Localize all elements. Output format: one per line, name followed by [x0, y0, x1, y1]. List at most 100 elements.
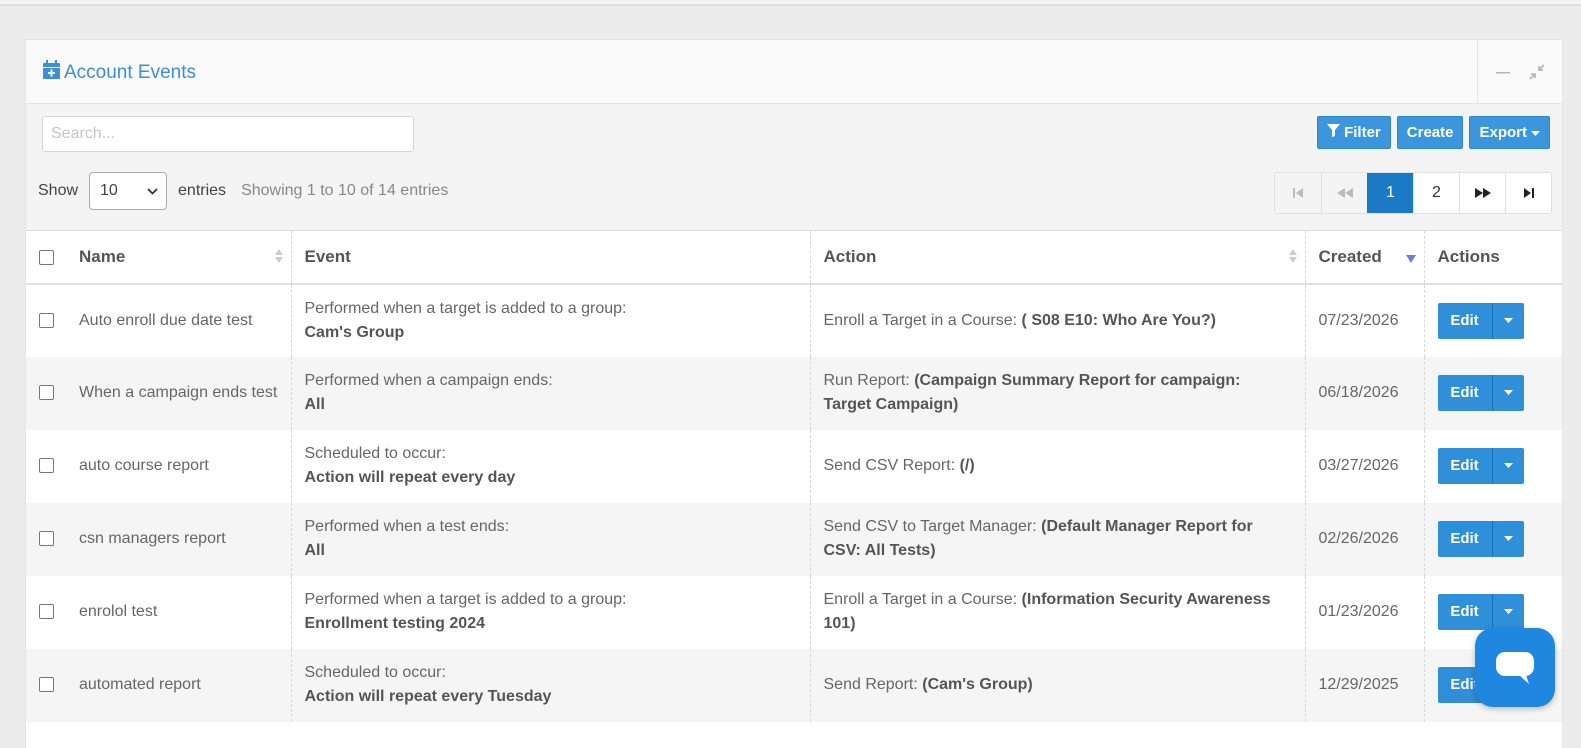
chevron-down-icon — [147, 182, 158, 200]
select-all-header — [26, 230, 66, 285]
edit-button[interactable]: Edit — [1437, 375, 1492, 411]
row-event: Performed when a target is added to a gr… — [290, 575, 810, 649]
edit-button-group: Edit — [1437, 521, 1551, 557]
previous-page-button[interactable] — [1321, 173, 1367, 213]
table-row: csn managers report Performed when a tes… — [26, 502, 1562, 576]
row-action: Run Report: (Campaign Summary Report for… — [809, 356, 1305, 430]
row-name: automated report — [66, 648, 291, 722]
last-page-button[interactable] — [1505, 173, 1551, 213]
event-value: Action will repeat every Tuesday — [304, 688, 552, 705]
edit-button-group: Edit — [1437, 594, 1551, 630]
column-header-name[interactable]: Name — [66, 230, 291, 285]
minimize-icon[interactable] — [1492, 61, 1514, 83]
export-button[interactable]: Export — [1469, 116, 1550, 149]
row-event: Performed when a campaign ends: All — [290, 356, 810, 430]
caret-down-icon — [1503, 317, 1513, 323]
row-checkbox[interactable] — [39, 458, 54, 474]
previous-page-icon — [1336, 188, 1353, 198]
edit-button[interactable]: Edit — [1437, 521, 1492, 557]
first-page-icon — [1293, 188, 1303, 198]
row-created: 12/29/2025 — [1304, 648, 1424, 722]
edit-button-group: Edit — [1437, 448, 1551, 484]
event-value: All — [304, 542, 325, 559]
first-page-button[interactable] — [1275, 173, 1321, 213]
event-text: Scheduled to occur: — [304, 664, 446, 681]
row-name: enrolol test — [66, 575, 291, 649]
action-text: Send CSV Report: — [823, 457, 956, 474]
caret-down-icon — [1503, 390, 1513, 395]
panel-title: Account Events — [43, 60, 196, 85]
pagination: 1 2 — [1274, 172, 1552, 214]
event-text: Performed when a target is added to a gr… — [304, 299, 627, 317]
action-text: Enroll a Target in a Course: — [823, 591, 1018, 608]
event-text: Performed when a test ends: — [304, 518, 510, 535]
next-page-button[interactable] — [1459, 173, 1505, 213]
row-action: Enroll a Target in a Course: ( S08 E10: … — [809, 283, 1305, 357]
edit-button[interactable]: Edit — [1437, 448, 1492, 484]
row-name: auto course report — [66, 429, 291, 503]
column-action-label: Action — [823, 246, 877, 266]
action-text: Send CSV to Target Manager: — [823, 518, 1037, 535]
page-length-value: 10 — [100, 182, 118, 199]
row-checkbox[interactable] — [39, 604, 54, 620]
action-value: ( S08 E10: Who Are You?) — [1021, 311, 1216, 329]
row-checkbox[interactable] — [39, 531, 54, 547]
column-header-actions: Actions — [1423, 230, 1562, 285]
row-checkbox[interactable] — [39, 677, 54, 693]
page-1-button[interactable]: 1 — [1367, 173, 1413, 213]
column-name-label: Name — [79, 246, 126, 266]
toolbar-buttons: Filter Create Export — [1317, 116, 1550, 149]
calendar-plus-icon — [43, 60, 60, 85]
compress-icon[interactable] — [1526, 61, 1548, 83]
edit-dropdown-toggle[interactable] — [1491, 594, 1524, 630]
create-label: Create — [1406, 124, 1454, 141]
page-2-button[interactable]: 2 — [1413, 173, 1459, 213]
edit-button[interactable]: Edit — [1437, 594, 1492, 630]
event-text: Performed when a target is added to a gr… — [304, 591, 627, 608]
action-text: Run Report: — [823, 372, 910, 389]
column-header-event: Event — [290, 230, 810, 285]
chat-bubble-icon — [1496, 651, 1534, 684]
event-text: Scheduled to occur: — [304, 445, 446, 462]
column-actions-label: Actions — [1437, 246, 1500, 266]
edit-button-group: Edit — [1437, 375, 1551, 411]
create-button[interactable]: Create — [1396, 116, 1464, 149]
action-text: Send Report: — [823, 676, 918, 693]
filter-button[interactable]: Filter — [1317, 116, 1391, 149]
row-created: 02/26/2026 — [1304, 502, 1424, 576]
table-header-row: Name Event Action Created Actions — [26, 230, 1562, 285]
filter-icon — [1327, 124, 1341, 141]
edit-dropdown-toggle[interactable] — [1491, 448, 1524, 484]
page-2-label: 2 — [1432, 184, 1441, 201]
action-text: Enroll a Target in a Course: — [823, 311, 1018, 329]
edit-dropdown-toggle[interactable] — [1491, 375, 1524, 411]
row-created: 07/23/2026 — [1304, 283, 1424, 357]
row-action: Send Report: (Cam's Group) — [809, 648, 1305, 722]
entries-label: entries — [178, 182, 227, 199]
column-header-created[interactable]: Created — [1304, 230, 1424, 285]
table-row: When a campaign ends test Performed when… — [26, 356, 1562, 430]
row-event: Performed when a target is added to a gr… — [290, 283, 810, 357]
edit-button[interactable]: Edit — [1437, 302, 1492, 339]
account-events-panel: Account Events Filter Create Export — [25, 39, 1563, 748]
top-bar — [0, 0, 1581, 6]
row-action: Send CSV to Target Manager: (Default Man… — [809, 502, 1305, 576]
select-all-checkbox[interactable] — [39, 249, 54, 265]
filter-label: Filter — [1344, 124, 1381, 141]
search-input[interactable] — [42, 116, 414, 152]
show-label: Show — [38, 182, 79, 199]
row-checkbox[interactable] — [39, 312, 54, 328]
page-1-label: 1 — [1386, 184, 1395, 201]
edit-dropdown-toggle[interactable] — [1491, 521, 1524, 557]
page-length-select[interactable]: 10 — [89, 172, 168, 210]
row-created: 03/27/2026 — [1304, 429, 1424, 503]
edit-dropdown-toggle[interactable] — [1491, 302, 1524, 339]
chat-launcher-button[interactable] — [1475, 628, 1555, 707]
table-toolbar: Filter Create Export Show 10 entries Sho… — [26, 104, 1562, 230]
event-value: All — [304, 396, 325, 413]
row-checkbox[interactable] — [39, 385, 54, 401]
caret-down-icon — [1503, 536, 1513, 541]
column-header-action[interactable]: Action — [809, 230, 1305, 285]
action-value: (/) — [959, 457, 975, 474]
row-event: Scheduled to occur: Action will repeat ev… — [290, 429, 810, 503]
